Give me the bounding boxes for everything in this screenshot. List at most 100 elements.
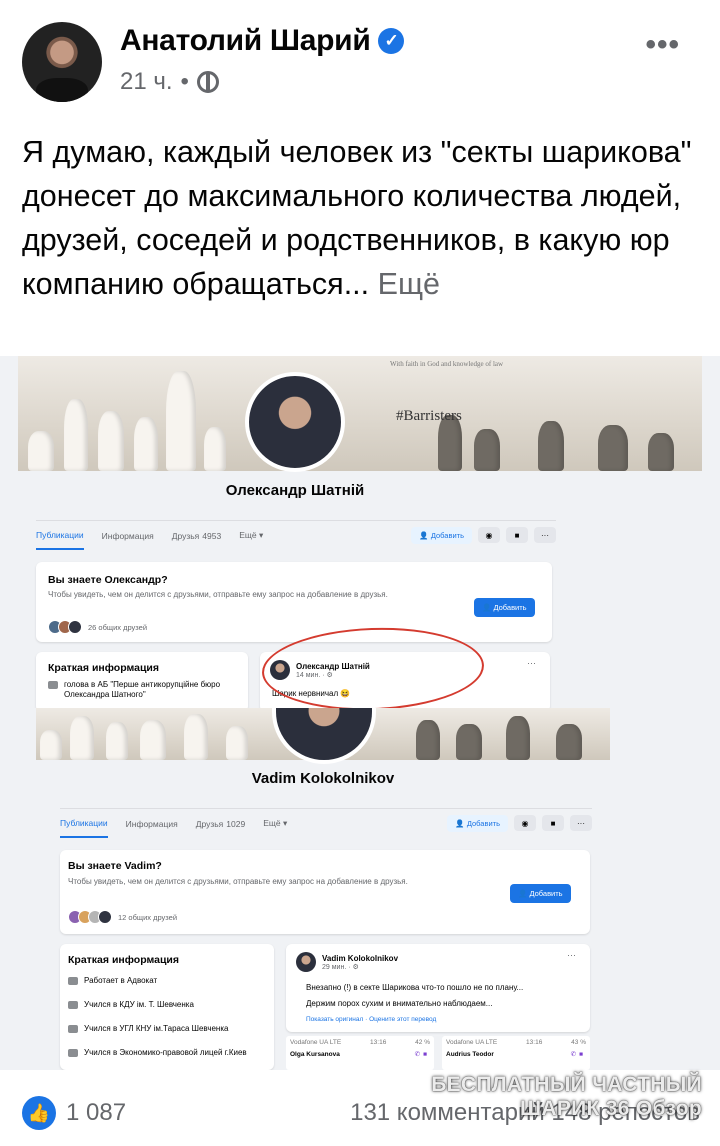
cover-motto: With faith in God and knowledge of law bbox=[390, 360, 504, 368]
know-title: Вы знаете Vadim? bbox=[68, 860, 162, 872]
tab-label: Информация bbox=[125, 818, 178, 829]
profile-name: Vadim Kolokolnikov bbox=[251, 770, 395, 787]
friends-count: 1029 bbox=[226, 818, 246, 829]
author-name-row[interactable]: Анатолий Шарий ✓ bbox=[120, 24, 405, 58]
intro-card: Краткая информация голова в АБ "Перше ан… bbox=[36, 652, 248, 708]
mini-time: 29 мин. · ⚙ bbox=[322, 963, 359, 971]
profile-name: Олександр Шатній bbox=[225, 482, 365, 499]
watermark-line2: ШАРИК 36 Обзор bbox=[519, 1097, 702, 1120]
briefcase-icon bbox=[68, 977, 78, 985]
intro-item: Учился в КДУ ім. Т. Шевченка bbox=[68, 1000, 268, 1010]
chess-piece bbox=[166, 371, 196, 471]
chess-piece bbox=[598, 425, 628, 471]
attached-screenshot-2[interactable]: Vadim Kolokolnikov Публикации Информация… bbox=[0, 708, 720, 1070]
add-label: Добавить bbox=[493, 603, 527, 612]
chess-piece bbox=[28, 431, 54, 471]
friends-count: 4953 bbox=[202, 530, 222, 541]
post-time[interactable]: 21 ч. bbox=[120, 68, 173, 96]
tab-publications: Публикации bbox=[36, 521, 84, 550]
author-avatar[interactable] bbox=[22, 22, 102, 102]
tab-info: Информация bbox=[102, 521, 154, 550]
tab-friends: Друзья 1029 bbox=[196, 809, 246, 838]
mutual-count: 26 общих друзей bbox=[88, 622, 148, 632]
chess-piece bbox=[140, 720, 166, 760]
tab-info: Информация bbox=[126, 809, 178, 838]
author-name[interactable]: Анатолий Шарий bbox=[120, 24, 371, 58]
know-subtitle: Чтобы увидеть, чем он делится с друзьями… bbox=[68, 877, 408, 886]
more-icon: ··· bbox=[570, 815, 592, 831]
chess-piece bbox=[556, 724, 582, 760]
tab-label: Друзья bbox=[195, 818, 224, 829]
phone-video-icon: ✆■ bbox=[570, 1051, 586, 1058]
chess-piece bbox=[40, 730, 62, 760]
chess-piece bbox=[70, 716, 94, 760]
intro-title: Краткая информация bbox=[48, 662, 159, 674]
add-friend-button: 👤 Добавить bbox=[411, 527, 472, 544]
chess-piece bbox=[106, 722, 128, 760]
mutual-faces bbox=[48, 620, 82, 634]
intro-item: Работает в Адвокат bbox=[68, 976, 268, 986]
chess-piece bbox=[64, 399, 88, 471]
intro-item: Учился в Экономико-правовой лицей г.Киев bbox=[68, 1048, 248, 1058]
call-entry: Vodafone UA LTE 13:16 43 % Audrius Teodor ✆… bbox=[442, 1036, 590, 1070]
chess-piece bbox=[506, 716, 530, 760]
add-label: Добавить bbox=[466, 819, 500, 828]
chess-piece bbox=[134, 417, 158, 471]
post-card: Vadim Kolokolnikov 29 мин. · ⚙ ··· Внеза… bbox=[286, 944, 590, 1032]
attached-screenshot-1[interactable]: With faith in God and knowledge of law #… bbox=[0, 356, 720, 708]
globe-icon bbox=[196, 71, 219, 93]
intro-item-text: голова в АБ "Перше антикорупційне бюро О… bbox=[64, 680, 221, 699]
carrier: Vodafone UA LTE bbox=[446, 1039, 498, 1046]
call-log-strip: Vodafone UA LTE 13:16 42 % Olga Kursanova ✆… bbox=[286, 1036, 590, 1070]
chess-piece bbox=[538, 421, 564, 471]
post-footer: 👍 1 087 131 комментарий 148 репостов БЕС… bbox=[0, 1070, 720, 1146]
mutual-count: 12 общих друзей bbox=[118, 912, 178, 922]
know-subtitle: Чтобы увидеть, чем он делится с друзьями… bbox=[48, 590, 388, 599]
friend-avatar bbox=[98, 910, 112, 924]
caller-name: Audrius Teodor bbox=[446, 1050, 494, 1058]
profile-actions: 👤 Добавить ◉ ■ ··· bbox=[411, 527, 556, 544]
profile-tabs: Публикации Информация Друзья 1029 Ещё ▾ 👤… bbox=[60, 808, 592, 838]
tab-label: Друзья bbox=[171, 530, 200, 541]
tab-label: Информация bbox=[101, 530, 154, 541]
mini-post-line1: Внезапно (!) в секте Шарикова что-то пош… bbox=[306, 983, 524, 992]
more-options-button[interactable]: ••• bbox=[645, 28, 680, 62]
graduation-cap-icon bbox=[68, 1025, 78, 1033]
clock: 13:16 bbox=[526, 1039, 543, 1046]
chess-piece bbox=[474, 429, 500, 471]
cover-hashtag: #Barristers bbox=[396, 408, 462, 424]
add-friend-primary-button: 👤 Добавить bbox=[474, 598, 535, 617]
intro-item-text: Учился в КДУ ім. Т. Шевченка bbox=[84, 1000, 194, 1009]
call-row: Audrius Teodor ✆■ bbox=[446, 1050, 586, 1059]
battery: 42 % bbox=[415, 1039, 430, 1046]
know-card: Вы знаете Vadim? Чтобы увидеть, чем он д… bbox=[60, 850, 590, 934]
intro-item-text: Учился в Экономико-правовой лицей г.Киев bbox=[84, 1048, 247, 1057]
chess-piece bbox=[184, 714, 208, 760]
tab-more: Ещё ▾ bbox=[263, 809, 287, 838]
carrier: Vodafone UA LTE bbox=[290, 1039, 342, 1046]
battery: 43 % bbox=[571, 1039, 586, 1046]
tab-more: Ещё ▾ bbox=[239, 521, 263, 550]
post-text: Я думаю, каждый человек из "секты шарико… bbox=[22, 130, 698, 306]
intro-title: Краткая информация bbox=[68, 954, 179, 966]
mini-post-header: Vadim Kolokolnikov 29 мин. · ⚙ bbox=[296, 952, 398, 972]
mini-more-icon: ··· bbox=[527, 658, 536, 668]
phone-video-icon: ✆■ bbox=[414, 1051, 430, 1058]
post-meta: 21 ч. • bbox=[120, 68, 219, 96]
briefcase-icon: ■ bbox=[506, 527, 528, 543]
like-icon[interactable]: 👍 bbox=[22, 1096, 56, 1130]
see-more-link[interactable]: Ещё bbox=[378, 267, 440, 301]
chess-piece bbox=[98, 411, 124, 471]
mutual-friends: 12 общих друзей bbox=[68, 910, 177, 924]
messenger-icon: ◉ bbox=[478, 527, 500, 543]
post-body: Я думаю, каждый человек из "секты шарико… bbox=[22, 135, 692, 301]
mutual-faces bbox=[68, 910, 112, 924]
tab-label: Ещё ▾ bbox=[239, 530, 264, 540]
status-bar: Vodafone UA LTE 13:16 42 % bbox=[290, 1039, 430, 1046]
likes-count[interactable]: 1 087 bbox=[66, 1099, 126, 1127]
profile-actions: 👤 Добавить ◉ ■ ··· bbox=[447, 815, 592, 832]
post-header: Анатолий Шарий ✓ 21 ч. • ••• bbox=[22, 22, 698, 102]
tab-label: Публикации bbox=[36, 529, 84, 540]
mini-more-icon: ··· bbox=[567, 950, 576, 960]
tab-friends: Друзья 4953 bbox=[172, 521, 222, 550]
